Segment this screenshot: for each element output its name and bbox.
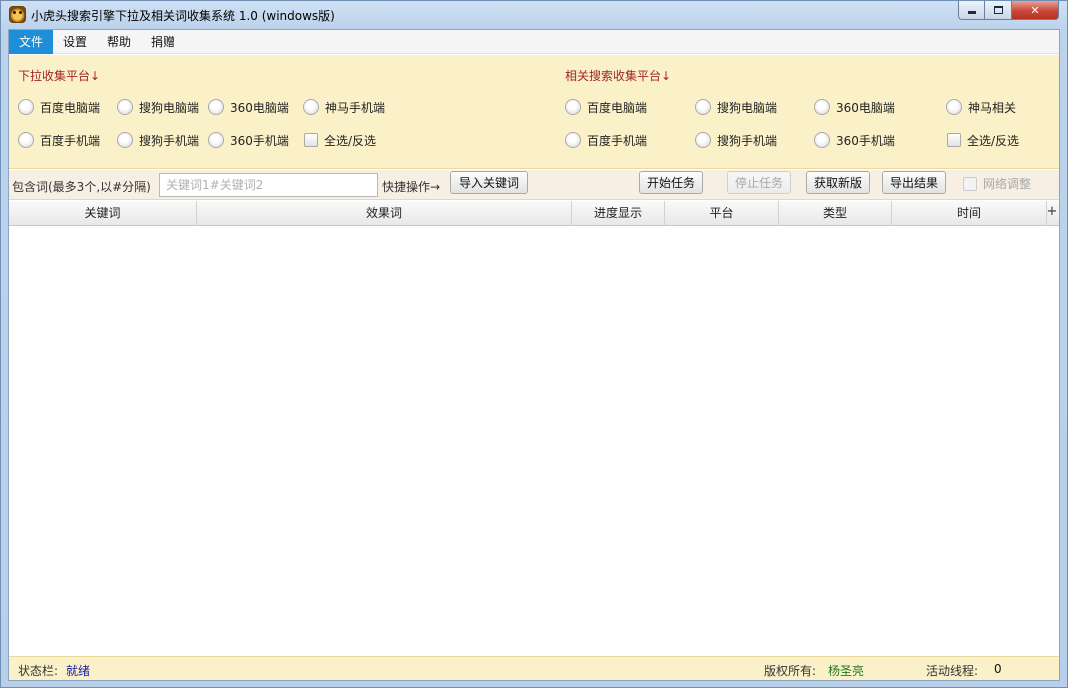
checkbox-icon (304, 133, 318, 147)
column-header-type[interactable]: 类型 (779, 201, 892, 225)
include-words-input[interactable] (159, 173, 378, 197)
include-words-label: 包含词(最多3个,以#分隔) (12, 180, 151, 194)
import-keywords-button[interactable]: 导入关键词 (450, 171, 528, 194)
option-label: 神马相关 (968, 100, 1017, 115)
radio-icon (117, 132, 133, 148)
radio-icon (814, 99, 830, 115)
related-shenma-radio[interactable]: 神马相关 (946, 98, 1016, 116)
option-label: 360手机端 (230, 133, 289, 148)
minimize-button[interactable] (958, 1, 985, 20)
column-header-keyword[interactable]: 关键词 (9, 201, 197, 225)
dropdown-shenma-mobile-radio[interactable]: 神马手机端 (303, 98, 385, 116)
get-update-button[interactable]: 获取新版 (806, 171, 870, 194)
radio-icon (695, 99, 711, 115)
option-label: 360手机端 (836, 133, 895, 148)
network-adjust-checkbox[interactable]: 网络调整 (963, 175, 1031, 192)
close-icon: ✕ (1030, 3, 1040, 17)
related-baidu-mobile-radio[interactable]: 百度手机端 (565, 131, 647, 149)
window-controls: ✕ (958, 1, 1059, 21)
dropdown-sogou-mobile-radio[interactable]: 搜狗手机端 (117, 131, 199, 149)
radio-icon (303, 99, 319, 115)
add-column-icon[interactable]: + (1045, 201, 1059, 225)
maximize-button[interactable] (985, 1, 1012, 20)
status-label: 状态栏: (18, 664, 59, 678)
action-toolbar: 包含词(最多3个,以#分隔) 快捷操作→ 导入关键词 开始任务 停止任务 获取新… (9, 170, 1059, 200)
close-button[interactable]: ✕ (1012, 1, 1059, 20)
option-label: 360电脑端 (836, 100, 895, 115)
option-label: 百度电脑端 (40, 100, 101, 115)
column-header-time[interactable]: 时间 (892, 201, 1047, 225)
quick-actions-label: 快捷操作→ (382, 180, 441, 194)
dropdown-select-all-checkbox[interactable]: 全选/反选 (304, 131, 376, 149)
related-360-pc-radio[interactable]: 360电脑端 (814, 98, 895, 116)
app-window: 小虎头搜索引擎下拉及相关词收集系统 1.0 (windows版) ✕ 文件 设置… (0, 0, 1068, 688)
status-bar: 状态栏: 就绪 版权所有: 杨圣亮 活动线程: 0 (9, 656, 1059, 680)
column-header-platform[interactable]: 平台 (665, 201, 779, 225)
radio-icon (565, 132, 581, 148)
menu-help[interactable]: 帮助 (97, 30, 141, 54)
dropdown-360-mobile-radio[interactable]: 360手机端 (208, 131, 289, 149)
maximize-icon (993, 6, 1003, 14)
option-label: 神马手机端 (325, 100, 386, 115)
related-sogou-pc-radio[interactable]: 搜狗电脑端 (695, 98, 777, 116)
checkbox-icon (947, 133, 961, 147)
checkbox-icon (963, 176, 977, 191)
client-area: 文件 设置 帮助 捐赠 下拉收集平台↓ 百度电脑端 搜狗电脑端 360电脑端 神… (8, 29, 1060, 681)
option-label: 360电脑端 (230, 100, 289, 115)
option-label: 百度手机端 (40, 133, 101, 148)
stop-task-button[interactable]: 停止任务 (727, 171, 791, 194)
related-sogou-mobile-radio[interactable]: 搜狗手机端 (695, 131, 777, 149)
active-threads-value: 0 (994, 662, 1002, 676)
menu-bar: 文件 设置 帮助 捐赠 (9, 30, 1059, 54)
radio-icon (117, 99, 133, 115)
dropdown-baidu-pc-radio[interactable]: 百度电脑端 (18, 98, 100, 116)
column-header-result-word[interactable]: 效果词 (197, 201, 572, 225)
menu-settings[interactable]: 设置 (53, 30, 97, 54)
platform-options-panel: 下拉收集平台↓ 百度电脑端 搜狗电脑端 360电脑端 神马手机端 百度手机端 搜… (9, 55, 1059, 169)
radio-icon (18, 99, 34, 115)
start-task-button[interactable]: 开始任务 (639, 171, 703, 194)
radio-icon (565, 99, 581, 115)
title-bar[interactable]: 小虎头搜索引擎下拉及相关词收集系统 1.0 (windows版) ✕ (1, 1, 1067, 29)
copyright-value: 杨圣亮 (828, 664, 865, 678)
related-baidu-pc-radio[interactable]: 百度电脑端 (565, 98, 647, 116)
option-label: 全选/反选 (967, 133, 1020, 148)
radio-icon (814, 132, 830, 148)
dropdown-baidu-mobile-radio[interactable]: 百度手机端 (18, 131, 100, 149)
option-label: 百度手机端 (587, 133, 648, 148)
radio-icon (208, 99, 224, 115)
menu-donate[interactable]: 捐赠 (141, 30, 185, 54)
dropdown-360-pc-radio[interactable]: 360电脑端 (208, 98, 289, 116)
dropdown-sogou-pc-radio[interactable]: 搜狗电脑端 (117, 98, 199, 116)
results-table-body[interactable] (9, 227, 1059, 656)
radio-icon (946, 99, 962, 115)
tiger-logo-icon (9, 6, 26, 23)
option-label: 搜狗手机端 (139, 133, 200, 148)
option-label: 百度电脑端 (587, 100, 648, 115)
export-results-button[interactable]: 导出结果 (882, 171, 946, 194)
copyright-label: 版权所有: (764, 664, 817, 678)
active-threads-label: 活动线程: (926, 664, 979, 678)
option-label: 搜狗电脑端 (139, 100, 200, 115)
column-header-progress[interactable]: 进度显示 (572, 201, 665, 225)
window-title: 小虎头搜索引擎下拉及相关词收集系统 1.0 (windows版) (31, 9, 335, 23)
minimize-icon (967, 10, 976, 14)
option-label: 搜狗手机端 (717, 133, 778, 148)
radio-icon (695, 132, 711, 148)
network-adjust-label: 网络调整 (983, 177, 1032, 191)
dropdown-section-title: 下拉收集平台↓ (18, 69, 101, 83)
option-label: 全选/反选 (324, 133, 377, 148)
radio-icon (208, 132, 224, 148)
related-360-mobile-radio[interactable]: 360手机端 (814, 131, 895, 149)
radio-icon (18, 132, 34, 148)
related-section-title: 相关搜索收集平台↓ (565, 69, 672, 83)
related-select-all-checkbox[interactable]: 全选/反选 (947, 131, 1019, 149)
results-table-header: 关键词 效果词 进度显示 平台 类型 时间 + (9, 201, 1059, 226)
menu-file[interactable]: 文件 (9, 30, 54, 54)
option-label: 搜狗电脑端 (717, 100, 778, 115)
status-value: 就绪 (66, 664, 91, 678)
